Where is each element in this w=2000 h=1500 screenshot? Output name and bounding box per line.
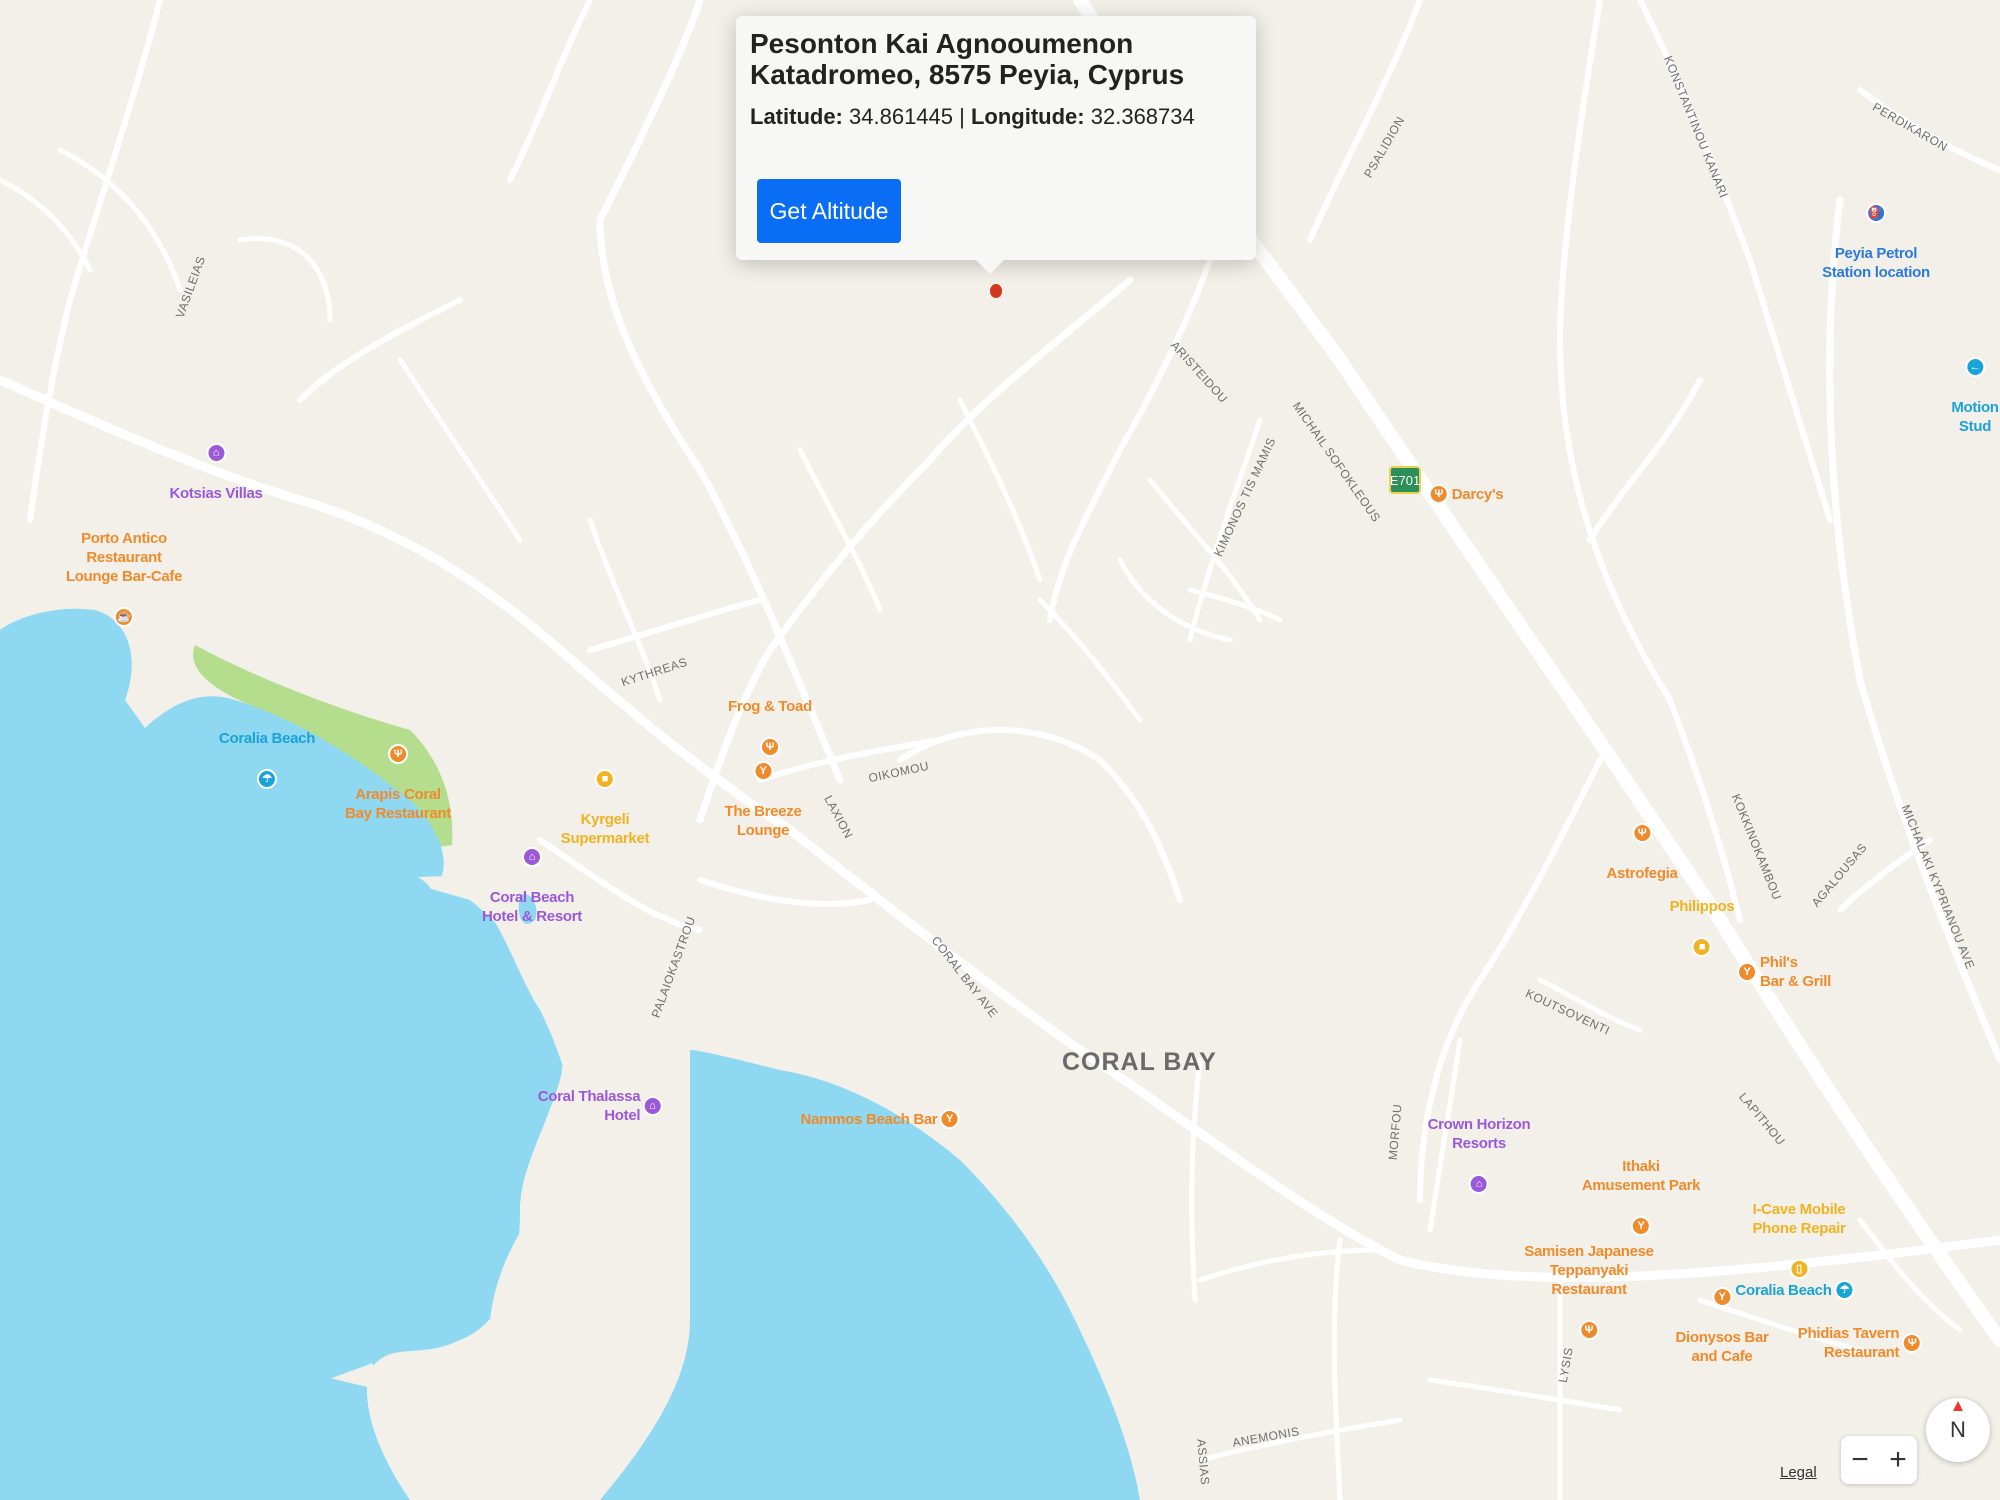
poi-label: Philippos bbox=[1669, 898, 1735, 915]
poi-philippos[interactable]: Philippos ■ bbox=[1670, 878, 1735, 978]
bed-icon: ⌂ bbox=[1468, 1174, 1489, 1194]
poi-label: Coralia Beach bbox=[218, 730, 316, 747]
popup-address-line2: Katadromeo, 8575 Peyia, Cyprus bbox=[750, 59, 1185, 90]
poi-samisen[interactable]: Samisen Japanese Teppanyaki Restaurant Ψ bbox=[1524, 1223, 1654, 1361]
poi-nammos-beach-bar[interactable]: Nammos Beach Bar Y bbox=[801, 1088, 960, 1150]
poi-phidias[interactable]: Phidias Tavern Restaurant Ψ bbox=[1797, 1305, 1923, 1381]
restaurant-icon: Ψ bbox=[1632, 823, 1652, 843]
popup-address: Pesonton Kai Agnooumenon Katadromeo, 857… bbox=[750, 28, 1242, 90]
bed-icon: ⌂ bbox=[521, 847, 542, 867]
location-popup: Pesonton Kai Agnooumenon Katadromeo, 857… bbox=[736, 16, 1256, 274]
zoom-in-button[interactable]: + bbox=[1889, 1443, 1907, 1477]
zoom-control: − + bbox=[1841, 1436, 1917, 1484]
poi-dionysos[interactable]: Y Dionysos Bar and Cafe bbox=[1675, 1266, 1769, 1385]
get-altitude-button[interactable]: Get Altitude bbox=[757, 179, 901, 243]
fuel-icon: ⛽ bbox=[1865, 203, 1886, 223]
poi-label: Darcy's bbox=[1451, 485, 1504, 503]
poi-phils-bar-grill[interactable]: Y Phil's Bar & Grill bbox=[1737, 934, 1831, 1010]
arrow-icon: ← bbox=[1964, 357, 1985, 377]
poi-astrofegia[interactable]: Ψ Astrofegia bbox=[1606, 802, 1678, 902]
area-label-coral-bay: CORAL BAY bbox=[1062, 1048, 1217, 1076]
zoom-out-button[interactable]: − bbox=[1851, 1443, 1869, 1477]
compass-label: N bbox=[1950, 1417, 1966, 1442]
poi-label: Kotsias Villas bbox=[169, 485, 263, 502]
bar-icon: Y bbox=[1711, 1287, 1732, 1307]
restaurant-icon: Ψ bbox=[1428, 484, 1449, 504]
longitude-value: 32.368734 bbox=[1090, 104, 1195, 129]
poi-kotsias-villas[interactable]: ⌂ Kotsias Villas bbox=[169, 422, 263, 522]
poi-breeze-lounge[interactable]: Y The Breeze Lounge bbox=[724, 740, 802, 859]
poi-coral-thalassa[interactable]: Coral Thalassa Hotel ⌂ bbox=[538, 1068, 663, 1144]
poi-label: Dionysos Bar and Cafe bbox=[1675, 1329, 1769, 1365]
bar-icon: Y bbox=[939, 1109, 960, 1129]
poi-row: Ψ Darcy's bbox=[1428, 482, 1504, 506]
poi-label: Arapis Coral Bay Restaurant bbox=[345, 786, 451, 822]
bar-icon: Y bbox=[752, 761, 773, 781]
poi-label: Peyia Petrol Station location bbox=[1822, 245, 1930, 281]
poi-porto-antico[interactable]: Porto Antico Restaurant Lounge Bar-Cafe … bbox=[66, 510, 182, 648]
shop-icon: ■ bbox=[1692, 937, 1712, 957]
poi-arapis-coral[interactable]: Ψ Arapis Coral Bay Restaurant bbox=[345, 723, 451, 842]
poi-label: Phil's Bar & Grill bbox=[1760, 954, 1831, 990]
popup-pointer bbox=[976, 260, 1004, 274]
beach-icon: ☂ bbox=[1834, 1280, 1855, 1300]
poi-peyia-petrol[interactable]: ⛽ Peyia Petrol Station location bbox=[1822, 182, 1930, 301]
north-arrow-icon bbox=[1953, 1401, 1963, 1411]
poi-label: Porto Antico Restaurant Lounge Bar-Cafe bbox=[65, 530, 183, 585]
cafe-icon: ☕ bbox=[114, 607, 134, 627]
poi-label: Astrofegia bbox=[1606, 865, 1678, 882]
poi-label: Nammos Beach Bar bbox=[800, 1110, 938, 1128]
poi-label: Ithaki Amusement Park bbox=[1581, 1158, 1701, 1194]
longitude-label: Longitude: bbox=[970, 104, 1085, 129]
poi-row: Y Phil's Bar & Grill bbox=[1737, 953, 1831, 991]
popup-coordinates: Latitude: 34.861445 | Longitude: 32.3687… bbox=[750, 104, 1242, 130]
bed-icon: ⌂ bbox=[642, 1096, 663, 1116]
poi-row: Nammos Beach Bar Y bbox=[801, 1107, 960, 1131]
poi-label: I-Cave Mobile Phone Repair bbox=[1752, 1201, 1846, 1237]
poi-label: Samisen Japanese Teppanyaki Restaurant bbox=[1524, 1243, 1654, 1298]
beach-icon: ☂ bbox=[257, 769, 277, 789]
latitude-label: Latitude: bbox=[750, 104, 843, 129]
shop-icon: ■ bbox=[594, 769, 615, 789]
poi-crown-horizon[interactable]: Crown Horizon Resorts ⌂ bbox=[1428, 1096, 1531, 1215]
coord-separator: | bbox=[959, 104, 965, 129]
poi-label: Coral Beach Hotel & Resort bbox=[482, 889, 582, 925]
highway-shield: E701 bbox=[1389, 466, 1421, 494]
latitude-value: 34.861445 bbox=[849, 104, 954, 129]
poi-label: The Breeze Lounge bbox=[724, 803, 802, 839]
poi-row: Coral Thalassa Hotel ⌂ bbox=[538, 1087, 663, 1125]
poi-coralia-beach-west[interactable]: Coralia Beach ☂ bbox=[219, 710, 315, 810]
poi-darcys[interactable]: Ψ Darcy's bbox=[1428, 463, 1504, 525]
poi-row: Phidias Tavern Restaurant Ψ bbox=[1797, 1324, 1923, 1362]
bar-icon: Y bbox=[1737, 962, 1758, 982]
poi-label: Frog & Toad bbox=[728, 698, 812, 715]
restaurant-icon: Ψ bbox=[388, 744, 408, 764]
poi-label: Crown Horizon Resorts bbox=[1427, 1116, 1531, 1152]
bed-icon: ⌂ bbox=[205, 443, 226, 463]
poi-coral-beach-hotel[interactable]: ⌂ Coral Beach Hotel & Resort bbox=[482, 826, 582, 945]
restaurant-icon: Ψ bbox=[1902, 1333, 1923, 1353]
restaurant-icon: Ψ bbox=[1578, 1320, 1599, 1340]
poi-label: Coral Thalassa Hotel bbox=[537, 1088, 641, 1124]
poi-label: Phidias Tavern Restaurant bbox=[1797, 1325, 1900, 1361]
poi-motion-stud[interactable]: ← Motion Stud bbox=[1951, 336, 1999, 455]
popup-address-line1: Pesonton Kai Agnooumenon bbox=[750, 28, 1134, 59]
poi-label: Motion Stud bbox=[1951, 399, 1999, 435]
legal-link[interactable]: Legal bbox=[1780, 1464, 1817, 1481]
location-marker-pin[interactable] bbox=[990, 284, 1002, 298]
compass-button[interactable]: N bbox=[1926, 1398, 1990, 1462]
